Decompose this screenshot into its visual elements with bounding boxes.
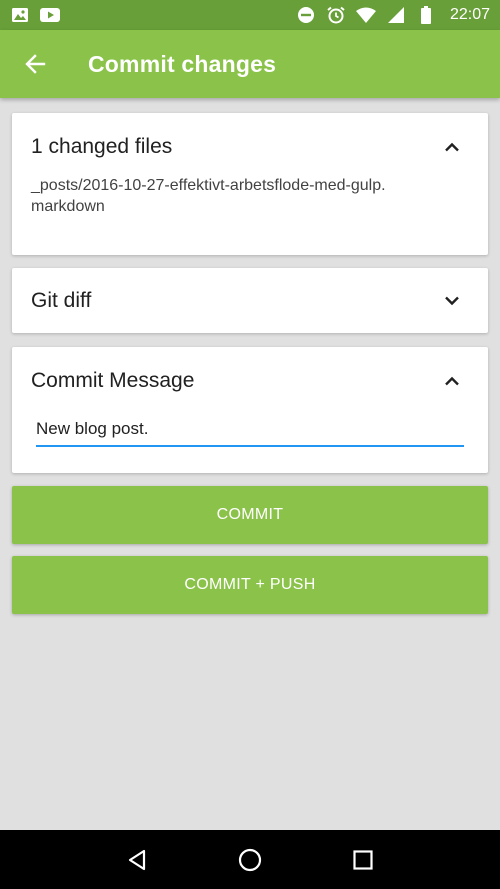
status-time: 22:07: [449, 6, 490, 23]
youtube-icon: [40, 5, 60, 25]
chevron-down-icon[interactable]: [440, 289, 464, 313]
navigation-bar: [0, 830, 500, 889]
commit-message-card: Commit Message: [12, 347, 488, 473]
status-right: 22:07: [296, 5, 490, 25]
git-diff-header[interactable]: Git diff: [12, 268, 488, 333]
nav-back-button[interactable]: [117, 840, 157, 880]
commit-button[interactable]: COMMIT: [12, 486, 488, 544]
back-button[interactable]: [0, 30, 70, 98]
arrow-back-icon: [25, 54, 46, 74]
triangle-back-icon: [128, 849, 145, 870]
alarm-icon: [326, 5, 346, 25]
status-bar: 22:07: [0, 0, 500, 30]
chevron-up-icon[interactable]: [440, 369, 464, 393]
commit-message-title: Commit Message: [31, 369, 195, 392]
changed-files-header[interactable]: 1 changed files: [12, 113, 488, 181]
git-diff-title: Git diff: [31, 288, 92, 312]
image-icon: [10, 5, 30, 25]
square-recents-icon: [353, 849, 373, 870]
commit-push-button[interactable]: COMMIT + PUSH: [12, 556, 488, 614]
git-diff-card: Git diff: [12, 268, 488, 333]
signal-icon: [386, 5, 406, 25]
page-title: Commit changes: [88, 50, 277, 77]
changed-file-path: _posts/2016-10-27-effektivt-arbetsflode-…: [31, 177, 386, 215]
chevron-up-icon[interactable]: [440, 135, 464, 159]
commit-message-input[interactable]: [36, 417, 464, 447]
app-bar: Commit changes: [0, 30, 500, 98]
nav-recents-button[interactable]: [343, 840, 383, 880]
nav-home-button[interactable]: [230, 840, 270, 880]
circle-home-icon: [238, 848, 262, 871]
changed-files-card: 1 changed files _posts/2016-10-27-effekt…: [12, 113, 488, 255]
changed-files-title: 1 changed files: [31, 135, 173, 158]
status-left: [10, 5, 60, 25]
battery-icon: [416, 5, 436, 25]
do-not-disturb-icon: [296, 5, 316, 25]
wifi-icon: [355, 5, 376, 25]
commit-message-header[interactable]: Commit Message: [12, 347, 488, 415]
